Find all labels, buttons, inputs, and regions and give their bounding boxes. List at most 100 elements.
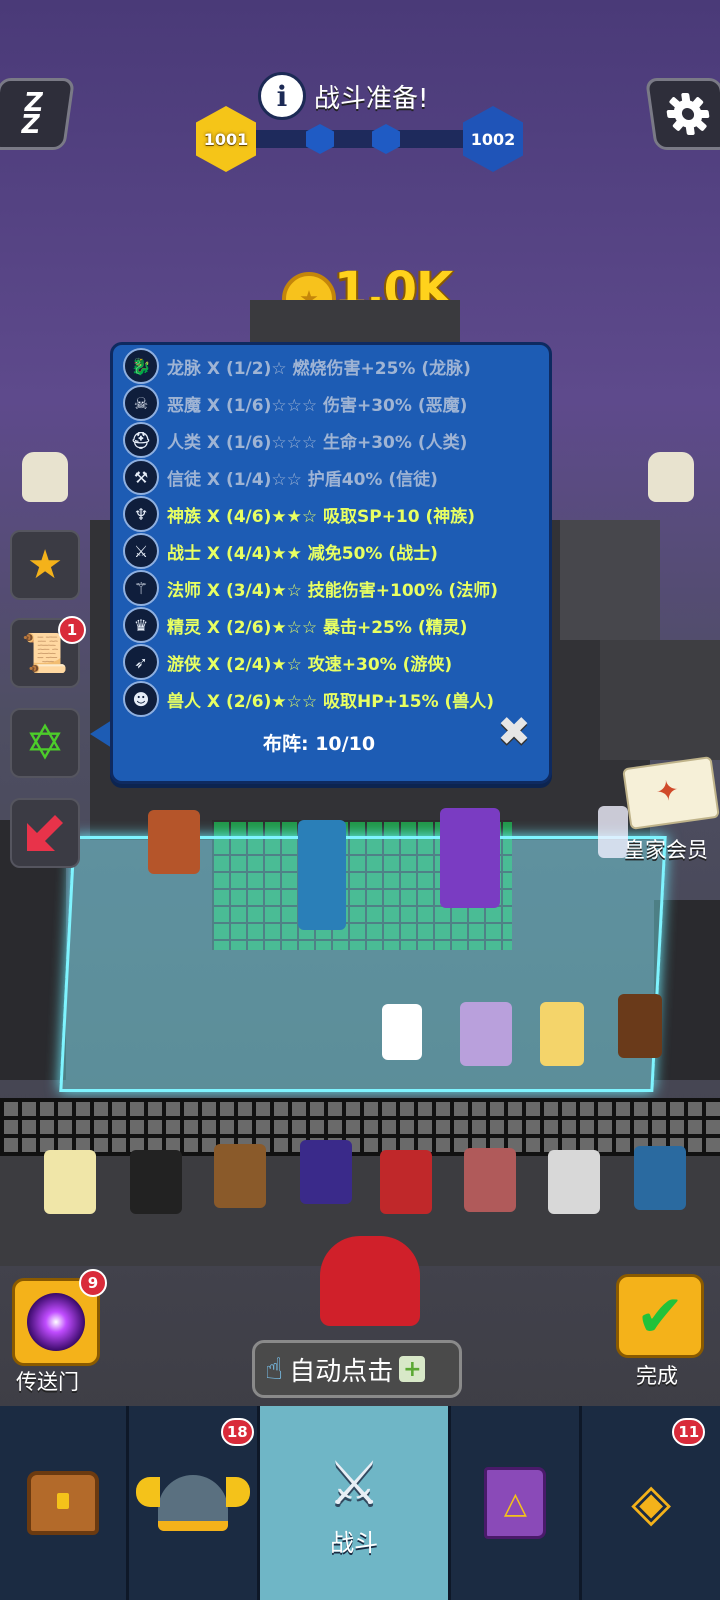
arena-block	[600, 640, 720, 760]
bench-hero[interactable]	[214, 1144, 266, 1208]
wings-icon: ♆	[123, 496, 159, 532]
next-level-badge: 1002	[463, 106, 523, 172]
bottom-nav: 18 ⚔ 战斗 △ ◈ 11	[0, 1406, 720, 1600]
hero-unit[interactable]	[148, 810, 200, 874]
synergy-text: 神族 X (4/6)★★☆ 吸取SP+10 (神族)	[167, 506, 476, 527]
portal-badge: 9	[79, 1269, 107, 1297]
hero-unit[interactable]	[540, 1002, 584, 1066]
tap-hand-icon: ☝	[265, 1351, 284, 1387]
royal-member-card[interactable]: ✦	[622, 756, 720, 830]
arrow-down-left-icon	[27, 815, 63, 851]
synergy-text: 恶魔 X (1/6)☆☆☆ 伤害+30% (恶魔)	[167, 395, 468, 416]
synergy-row-mage: ⚚ 法师 X (3/4)★☆ 技能伤害+100% (法师)	[123, 570, 498, 606]
hero-unit[interactable]	[440, 808, 500, 908]
hero-unit[interactable]	[298, 820, 346, 930]
synergy-text: 游侠 X (2/4)★☆ 攻速+30% (游侠)	[167, 654, 453, 675]
royal-member-label[interactable]: 皇家会员	[624, 834, 708, 864]
synergy-text: 兽人 X (2/6)★☆☆ 吸取HP+15% (兽人)	[167, 691, 495, 712]
auto-click-label: 自动点击	[289, 1356, 394, 1387]
bow-icon: ➶	[123, 644, 159, 680]
sword-icon: ⚔	[123, 533, 159, 569]
synergy-text: 战士 X (4/4)★★ 减免50% (战士)	[167, 543, 438, 564]
portal-button[interactable]: 9	[12, 1269, 107, 1366]
close-panel-button[interactable]: ✖	[493, 709, 535, 755]
quest-scroll-button[interactable]: 📜 1	[10, 616, 86, 688]
hero-unit[interactable]	[382, 1004, 422, 1060]
sleep-button[interactable]: ZZ	[0, 78, 76, 150]
synergy-row-elf: ♛ 精灵 X (2/6)★☆☆ 暴击+25% (精灵)	[123, 607, 468, 643]
formation-count: 布阵: 10/10	[263, 733, 376, 755]
portal-label: 传送门	[16, 1370, 79, 1394]
settings-button[interactable]	[644, 78, 720, 150]
skull-statue-icon	[22, 452, 68, 502]
podium-star-icon: ★	[27, 542, 63, 588]
battle-tab-label: 战斗	[330, 1528, 379, 1557]
bench-hero[interactable]	[300, 1140, 352, 1204]
synergy-row-dragon: 🐉 龙脉 X (1/2)☆ 燃烧伤害+25% (龙脉)	[123, 348, 471, 384]
crossed-swords-icon: ⚔	[327, 1448, 381, 1519]
page-title: 战斗准备!	[314, 83, 429, 114]
done-label: 完成	[636, 1364, 678, 1388]
synergy-text: 信徒 X (1/4)☆☆ 护盾40% (信徒)	[167, 469, 438, 490]
heroes-badge: 18	[220, 1418, 254, 1446]
bench-hero[interactable]	[44, 1150, 96, 1214]
bench-grate	[0, 1098, 720, 1156]
leaderboard-button[interactable]: ★	[10, 530, 80, 600]
close-icon: ✖	[497, 709, 531, 755]
amulet-icon: ◈	[631, 1473, 672, 1533]
level-progress-track	[240, 124, 490, 154]
staff-icon: ⚚	[123, 570, 159, 606]
tab-amulet[interactable]: ◈ 11	[582, 1406, 720, 1600]
info-icon[interactable]: i	[258, 72, 306, 120]
hero-unit[interactable]	[460, 1002, 512, 1066]
done-button[interactable]: ✔	[616, 1274, 704, 1358]
bench-hero[interactable]	[380, 1150, 432, 1214]
arena-block	[654, 900, 720, 1080]
hero-unit[interactable]	[618, 994, 662, 1058]
synergy-panel: 🐉 龙脉 X (1/2)☆ 燃烧伤害+25% (龙脉) ☠ 恶魔 X (1/6)…	[110, 342, 552, 784]
dragon-hero[interactable]	[320, 1236, 420, 1326]
arena-block	[560, 520, 660, 640]
bench-hero[interactable]	[634, 1146, 686, 1210]
tab-book[interactable]: △	[451, 1406, 583, 1600]
amulet-badge: 11	[672, 1418, 706, 1446]
synergy-text: 精灵 X (2/6)★☆☆ 暴击+25% (精灵)	[167, 617, 468, 638]
spellbook-icon: △	[484, 1467, 547, 1539]
checkmark-icon: ✔	[635, 1282, 685, 1350]
synergy-row-believer: ⚒ 信徒 X (1/4)☆☆ 护盾40% (信徒)	[123, 459, 438, 495]
tab-heroes[interactable]: 18	[129, 1406, 260, 1600]
collapse-button[interactable]	[10, 798, 80, 868]
tab-chest[interactable]	[0, 1406, 129, 1600]
gear-icon	[666, 93, 710, 135]
skull-statue-icon	[648, 452, 694, 502]
quest-badge: 1	[58, 616, 86, 644]
portal-icon	[27, 1293, 85, 1351]
dragon-icon: 🐉	[123, 348, 159, 384]
bench-hero[interactable]	[548, 1150, 600, 1214]
synergy-row-divine: ♆ 神族 X (4/6)★★☆ 吸取SP+10 (神族)	[123, 496, 476, 532]
treasure-chest-icon	[26, 1471, 99, 1535]
tab-battle[interactable]: ⚔ 战斗	[259, 1406, 452, 1600]
hexagram-button[interactable]: ✡	[10, 708, 80, 778]
synergy-row-ranger: ➶ 游侠 X (2/4)★☆ 攻速+30% (游侠)	[123, 644, 453, 680]
hammer-icon: ⚒	[123, 459, 159, 495]
zzz-icon: ZZ	[18, 88, 46, 140]
helmet-icon: ⛑	[123, 422, 159, 458]
elf-icon: ♛	[123, 607, 159, 643]
synergy-row-orc: ☻ 兽人 X (2/6)★☆☆ 吸取HP+15% (兽人)	[123, 681, 495, 717]
bench-hero[interactable]	[464, 1148, 516, 1212]
synergy-row-human: ⛑ 人类 X (1/6)☆☆☆ 生命+30% (人类)	[123, 422, 468, 458]
synergy-text: 人类 X (1/6)☆☆☆ 生命+30% (人类)	[167, 432, 468, 453]
bench-hero[interactable]	[130, 1150, 182, 1214]
stage-marker-icon	[306, 124, 334, 154]
battle-title: i 战斗准备!	[258, 72, 428, 120]
hexagram-icon: ✡	[24, 715, 66, 771]
wizard-card-icon: ✦	[653, 773, 682, 809]
synergy-row-warrior: ⚔ 战士 X (4/4)★★ 减免50% (战士)	[123, 533, 438, 569]
orc-icon: ☻	[123, 681, 159, 717]
stage-marker-icon	[372, 124, 400, 154]
panel-pointer	[90, 720, 112, 748]
demon-skull-icon: ☠	[123, 385, 159, 421]
synergy-text: 法师 X (3/4)★☆ 技能伤害+100% (法师)	[167, 580, 498, 601]
auto-click-button[interactable]: ☝ 自动点击 +	[252, 1340, 462, 1398]
